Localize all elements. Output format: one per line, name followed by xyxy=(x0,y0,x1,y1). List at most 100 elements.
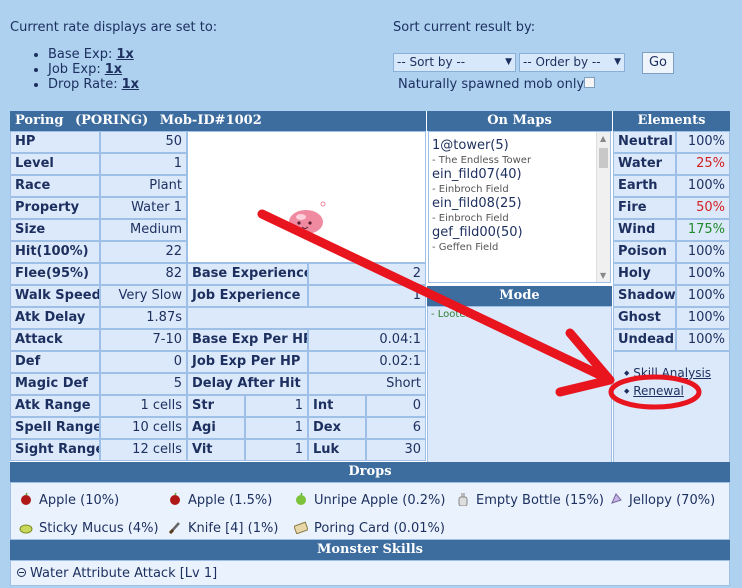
element-value: 100% xyxy=(676,285,730,307)
drop-item[interactable]: Empty Bottle (15%) xyxy=(456,492,604,509)
renewal-link[interactable]: Renewal xyxy=(633,384,684,398)
stat-value: 5 xyxy=(100,373,187,395)
stat-label: HP xyxy=(10,131,100,153)
drop-name: Apple xyxy=(188,493,226,508)
drop-name: Knife [4] xyxy=(188,521,244,536)
drop-item[interactable]: Poring Card (0.01%) xyxy=(293,520,445,537)
map-description: - The Endless Tower xyxy=(432,155,532,166)
stat-label: Hit(100%) xyxy=(10,241,100,263)
drop-rate: (4%) xyxy=(127,521,159,536)
element-label: Earth xyxy=(613,175,676,197)
mob-info-table: Poring (PORING) Mob-ID#1002 On Maps 1@to… xyxy=(10,111,730,463)
mob-image-area xyxy=(187,131,426,263)
map-name[interactable]: gef_fild00(50) xyxy=(432,225,610,241)
attr-value: 6 xyxy=(366,417,426,439)
stat-value: 2 xyxy=(308,263,426,285)
drop-rate: (0.2%) xyxy=(402,493,446,508)
sort-panel: Sort current result by: xyxy=(393,20,733,48)
stat-value: 0.04:1 xyxy=(308,329,426,351)
poring-sprite-icon xyxy=(289,201,326,234)
rate-display-title: Current rate displays are set to: xyxy=(10,20,218,35)
map-description: - Einbroch Field xyxy=(432,184,509,195)
stat-value: Very Slow xyxy=(100,285,187,307)
skill-item[interactable]: Water Attribute Attack [Lv 1] xyxy=(17,566,217,581)
element-label: Shadow xyxy=(613,285,676,307)
stat-value: 0.02:1 xyxy=(308,351,426,373)
element-label: Neutral xyxy=(613,131,676,153)
bullet-icon: ◆ xyxy=(624,387,630,395)
drop-name: Jellopy xyxy=(629,493,672,508)
jellopy-icon xyxy=(609,492,623,506)
drop-rate: (1%) xyxy=(247,521,279,536)
rate-item-base-exp: Base Exp:1x xyxy=(48,47,350,62)
stat-label: Atk Range xyxy=(10,395,100,417)
spawn-filter-checkbox[interactable] xyxy=(584,77,595,88)
stat-label: Level xyxy=(10,153,100,175)
map-name[interactable]: ein_fild08(25) xyxy=(432,196,610,212)
stat-value: 12 cells xyxy=(100,439,187,461)
drop-item[interactable]: Knife [4] (1%) xyxy=(168,520,278,537)
sort-title: Sort current result by: xyxy=(393,20,536,35)
map-description: - Einbroch Field xyxy=(432,213,509,224)
mob-sprite-name: (PORING) xyxy=(74,113,149,128)
skill-analysis-item: ◆ Skill Analysis xyxy=(624,366,711,380)
drop-name: Poring Card xyxy=(314,521,390,536)
scroll-down-icon[interactable]: ▼ xyxy=(600,271,606,280)
stat-label: Property xyxy=(10,197,100,219)
element-value: 100% xyxy=(676,131,730,153)
mob-id: Mob-ID#1002 xyxy=(159,113,262,128)
on-maps-header: On Maps xyxy=(427,111,612,131)
drop-item[interactable]: Jellopy (70%) xyxy=(609,492,715,509)
knife-icon xyxy=(168,520,182,535)
stat-label: Delay After Hit xyxy=(187,373,308,395)
map-list-scrollbar[interactable]: ▲ ▼ xyxy=(596,132,610,282)
stat-value: 0 xyxy=(100,351,187,373)
skill-analysis-link[interactable]: Skill Analysis xyxy=(633,366,711,380)
stat-label: Attack xyxy=(10,329,100,351)
job-exp-rate-link[interactable]: 1x xyxy=(105,62,122,77)
drop-item[interactable]: Unripe Apple (0.2%) xyxy=(294,492,445,509)
map-name[interactable]: 1@tower(5) xyxy=(432,138,610,154)
stat-label: Job Experience xyxy=(187,285,308,307)
bottle-icon xyxy=(456,492,470,507)
skills-list: Water Attribute Attack [Lv 1] xyxy=(10,560,730,586)
drop-item[interactable]: Apple (1.5%) xyxy=(168,492,272,509)
chevron-down-icon: ▼ xyxy=(614,57,621,67)
apple-icon xyxy=(168,492,182,506)
map-item[interactable]: gef_fild00(50) - Geffen Field xyxy=(429,225,610,254)
stat-label: Flee(95%) xyxy=(10,263,100,285)
element-label: Poison xyxy=(613,241,676,263)
map-item[interactable]: ein_fild07(40) - Einbroch Field xyxy=(429,167,610,196)
mucus-icon xyxy=(19,520,33,534)
stat-value: 1.87s xyxy=(100,307,187,329)
sort-by-select[interactable]: -- Sort by -- ▼ xyxy=(393,53,516,72)
map-item[interactable]: 1@tower(5) - The Endless Tower xyxy=(429,138,610,167)
attr-value: 1 xyxy=(245,439,308,461)
element-value: 25% xyxy=(676,153,730,175)
drop-rate-link[interactable]: 1x xyxy=(122,77,139,92)
base-exp-rate-link[interactable]: 1x xyxy=(116,47,133,62)
drop-rate: (0.01%) xyxy=(393,521,445,536)
rate-display-panel: Current rate displays are set to: Base E… xyxy=(10,20,350,92)
map-item[interactable]: ein_fild08(25) - Einbroch Field xyxy=(429,196,610,225)
order-by-select[interactable]: -- Order by -- ▼ xyxy=(519,53,625,72)
map-list[interactable]: 1@tower(5) - The Endless Tower ein_fild07(… xyxy=(428,131,611,283)
attr-label: Agi xyxy=(187,417,245,439)
stat-value: Short xyxy=(308,373,426,395)
attr-value: 0 xyxy=(366,395,426,417)
drop-item[interactable]: Apple (10%) xyxy=(19,492,119,509)
stat-value: Medium xyxy=(100,219,187,241)
element-value: 175% xyxy=(676,219,730,241)
scroll-thumb[interactable] xyxy=(599,148,608,168)
attr-label: Vit xyxy=(187,439,245,461)
scroll-up-icon[interactable]: ▲ xyxy=(600,134,606,143)
drop-rate: (10%) xyxy=(80,493,120,508)
go-button[interactable]: Go xyxy=(642,52,674,74)
drop-name: Unripe Apple xyxy=(314,493,399,508)
map-name[interactable]: ein_fild07(40) xyxy=(432,167,610,183)
drop-item[interactable]: Sticky Mucus (4%) xyxy=(19,520,159,537)
stat-label: Base Exp Per HP xyxy=(187,329,308,351)
bullet-icon: ◆ xyxy=(624,369,630,377)
stat-label: Magic Def xyxy=(10,373,100,395)
stat-label: Base Experience xyxy=(187,263,308,285)
